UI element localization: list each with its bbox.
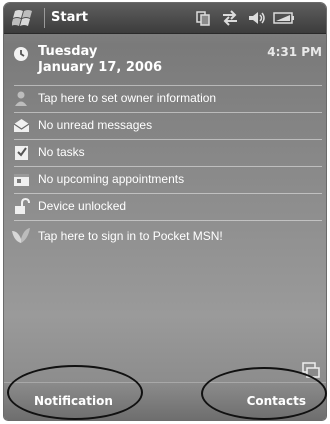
- divider: [14, 166, 322, 167]
- date-time-row[interactable]: Tuesday January 17, 2006 4:31 PM: [4, 41, 326, 81]
- unlocked-padlock-icon: [15, 198, 30, 214]
- battery-icon[interactable]: [273, 9, 295, 27]
- tasks-label: No tasks: [38, 145, 85, 159]
- divider: [14, 193, 322, 194]
- divider: [14, 220, 322, 221]
- messages-label: No unread messages: [38, 118, 153, 132]
- owner-info-item[interactable]: Tap here to set owner information: [4, 88, 326, 110]
- calendar-icon: [14, 174, 29, 186]
- time-label: 4:31 PM: [267, 45, 322, 59]
- divider: [14, 112, 322, 113]
- windows-flag-icon[interactable]: [12, 8, 38, 28]
- owner-info-label: Tap here to set owner information: [38, 91, 217, 105]
- pocket-pc-screen: Start Tuesday January 17, 2006 4:31 PM T…: [4, 3, 326, 420]
- tasks-checkbox-icon: [15, 146, 28, 160]
- pocket-msn-label: Tap here to sign in to Pocket MSN!: [38, 229, 223, 243]
- volume-icon[interactable]: [247, 9, 267, 27]
- start-menu-button[interactable]: Start: [51, 10, 88, 25]
- messages-item[interactable]: No unread messages: [4, 115, 326, 137]
- clock-icon: [14, 47, 28, 61]
- msn-butterfly-icon: [12, 228, 30, 243]
- sync-arrows-icon[interactable]: [221, 9, 239, 27]
- tasks-item[interactable]: No tasks: [4, 142, 326, 164]
- device-lock-item[interactable]: Device unlocked: [4, 196, 326, 218]
- pocket-msn-item[interactable]: Tap here to sign in to Pocket MSN!: [4, 224, 326, 250]
- highlight-ellipse-right: [201, 367, 327, 420]
- device-lock-label: Device unlocked: [38, 199, 127, 213]
- day-label: Tuesday: [38, 44, 98, 59]
- envelope-icon: [13, 119, 30, 132]
- date-label: January 17, 2006: [38, 60, 163, 75]
- highlight-ellipse-left: [7, 365, 143, 420]
- connectivity-icon[interactable]: [195, 9, 211, 27]
- owner-person-icon: [15, 91, 27, 106]
- divider: [14, 85, 322, 86]
- title-separator: [44, 8, 45, 28]
- divider: [14, 139, 322, 140]
- title-bar: Start: [4, 3, 326, 34]
- appointments-label: No upcoming appointments: [38, 172, 185, 186]
- appointments-item[interactable]: No upcoming appointments: [4, 169, 326, 191]
